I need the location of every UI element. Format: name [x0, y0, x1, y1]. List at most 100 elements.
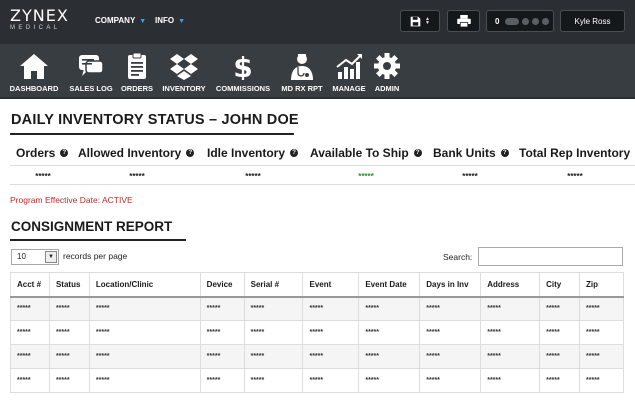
table-cell: ***** [419, 320, 482, 345]
nav-manage-label: MANAGE [332, 84, 366, 93]
summary-header-label: Idle Inventory [207, 146, 286, 160]
nav-commissions[interactable]: $ COMMISSIONS [213, 44, 273, 99]
table-cell: ***** [48, 368, 90, 393]
table-cell: ***** [539, 368, 581, 393]
nav-inventory-label: INVENTORY [162, 84, 206, 93]
table-cell: ***** [358, 368, 421, 393]
column-header-zip[interactable]: Zip [579, 272, 624, 298]
column-header-event[interactable]: Event [302, 272, 360, 298]
chat-icon [79, 55, 104, 76]
page-length-value: 10 [17, 252, 26, 261]
table-cell: ***** [419, 368, 482, 393]
column-header-location[interactable]: Location/Clinic [88, 272, 201, 298]
nav-manage[interactable]: MANAGE [330, 44, 368, 99]
table-cell: ***** [199, 320, 245, 345]
table-cell: ***** [88, 320, 201, 345]
nav-orders-label: ORDERS [120, 84, 154, 93]
table-cell: ***** [243, 296, 304, 321]
table-cell: ***** [579, 296, 624, 321]
help-icon[interactable]: ? [413, 149, 422, 157]
table-cell: ***** [302, 344, 360, 369]
table-cell: ***** [480, 296, 541, 321]
column-header-acct[interactable]: Acct # [10, 272, 50, 298]
status-count: 0 [495, 16, 500, 26]
table-cell: ***** [480, 368, 541, 393]
help-icon[interactable]: ? [60, 149, 69, 157]
nav-inventory[interactable]: INVENTORY [160, 44, 208, 99]
summary-value-bank: ***** [462, 172, 478, 181]
help-icon[interactable]: ? [500, 149, 509, 157]
divider [10, 184, 635, 185]
column-header-city[interactable]: City [539, 272, 581, 298]
summary-header-total: Total Rep Inventory [519, 146, 630, 160]
page-length-select[interactable]: 10 ▼ [11, 249, 59, 265]
section-title: CONSIGNMENT REPORT [11, 219, 173, 234]
nav-company-menu[interactable]: COMPANY ▼ [95, 16, 146, 25]
top-bar: ZYNEX MEDICAL COMPANY ▼ INFO ▼ ▲ ▼ 0 Kyle R… [0, 0, 635, 44]
table-cell: ***** [579, 368, 624, 393]
caret-down-icon: ▼ [139, 18, 147, 25]
page-length-label: records per page [63, 251, 128, 261]
nav-md-rx-rpt-label: MD RX RPT [281, 84, 323, 93]
table-cell: ***** [539, 344, 581, 369]
table-cell: ***** [243, 344, 304, 369]
section-underline [10, 239, 186, 241]
table-cell: ***** [10, 344, 50, 369]
user-name: Kyle Ross [574, 16, 611, 26]
nav-dashboard[interactable]: DASHBOARD [8, 44, 60, 99]
nav-dashboard-label: DASHBOARD [9, 84, 59, 93]
nav-admin[interactable]: ADMIN [370, 44, 404, 99]
page-title: DAILY INVENTORY STATUS – JOHN DOE [11, 112, 299, 128]
column-header-status[interactable]: Status [48, 272, 90, 298]
table-cell: ***** [358, 320, 421, 345]
summary-value-total: ***** [567, 172, 583, 181]
nav-info-menu[interactable]: INFO ▼ [155, 16, 185, 25]
table-cell: ***** [48, 296, 90, 321]
print-button[interactable] [447, 10, 480, 32]
summary-value-available: ***** [358, 172, 374, 181]
table-cell: ***** [199, 296, 245, 321]
floppy-disk-icon [410, 16, 421, 26]
nav-orders[interactable]: ORDERS [118, 44, 156, 99]
table-cell: ***** [358, 344, 421, 369]
table-cell: ***** [579, 320, 624, 345]
summary-header-label: Total Rep Inventory [519, 146, 631, 160]
column-header-days-in-inv[interactable]: Days in Inv [419, 272, 482, 298]
table-cell: ***** [199, 344, 245, 369]
column-header-address[interactable]: Address [480, 272, 541, 298]
table-row[interactable]: ***** ***** ***** ***** ***** ***** ***** *****… [10, 320, 624, 345]
column-header-serial[interactable]: Serial # [243, 272, 304, 298]
summary-header-label: Available To Ship [310, 146, 409, 160]
divider [10, 165, 635, 166]
table-cell: ***** [539, 296, 581, 321]
table-row[interactable]: ***** ***** ***** ***** ***** ***** ***** *****… [10, 368, 624, 393]
search-input[interactable] [478, 247, 623, 266]
nav-admin-label: ADMIN [374, 84, 400, 93]
column-header-device[interactable]: Device [199, 272, 245, 298]
svg-text:$: $ [233, 52, 252, 80]
caret-down-icon: ▼ [178, 18, 186, 25]
table-cell: ***** [302, 296, 360, 321]
nav-md-rx-rpt[interactable]: MD RX RPT [278, 44, 326, 99]
table-cell: ***** [539, 320, 581, 345]
table-row[interactable]: ***** ***** ***** ***** ***** ***** ***** *****… [10, 296, 624, 321]
save-menu-button[interactable]: ▲ ▼ [400, 10, 440, 32]
chevron-down-icon: ▼ [45, 251, 57, 263]
effective-date-notice: Program Effective Date: ACTIVE [10, 195, 133, 205]
home-icon [20, 54, 48, 79]
clipboard-icon [128, 52, 146, 79]
table-row[interactable]: ***** ***** ***** ***** ***** ***** ***** *****… [10, 344, 624, 369]
summary-header-idle: Idle Inventory? [207, 146, 299, 160]
table-cell: ***** [302, 368, 360, 393]
status-indicator[interactable]: 0 [486, 10, 554, 32]
table-cell: ***** [199, 368, 245, 393]
help-icon[interactable]: ? [186, 149, 195, 157]
column-header-event-date[interactable]: Event Date [358, 272, 421, 298]
summary-header-allowed: Allowed Inventory? [78, 146, 195, 160]
help-icon[interactable]: ? [290, 149, 299, 157]
user-menu-button[interactable]: Kyle Ross [560, 10, 625, 32]
brand-logo[interactable]: ZYNEX MEDICAL [10, 8, 69, 32]
status-dot-icon [522, 17, 530, 25]
summary-header-orders: Orders? [16, 146, 69, 160]
nav-sales-log[interactable]: SALES LOG [66, 44, 116, 99]
